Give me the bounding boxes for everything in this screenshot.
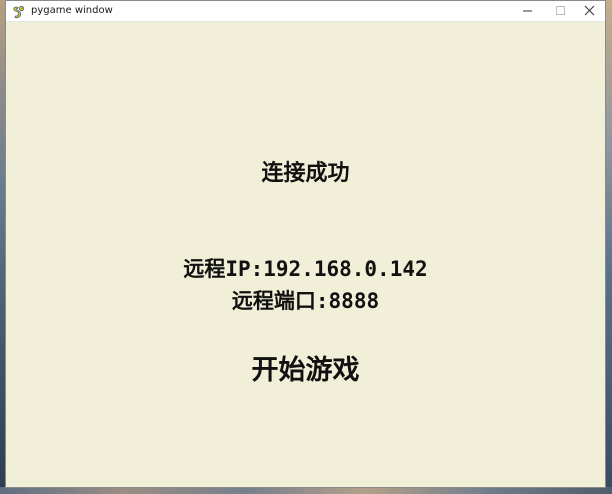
desktop-wallpaper-edge-bottom bbox=[0, 487, 612, 494]
start-game-button[interactable]: 开始游戏 bbox=[6, 357, 605, 384]
maximize-icon bbox=[556, 6, 565, 15]
minimize-button[interactable] bbox=[511, 1, 543, 21]
game-surface[interactable]: 连接成功 远程IP:192.168.0.142 远程端口:8888 开始游戏 bbox=[6, 22, 605, 487]
connection-status-text: 连接成功 bbox=[261, 161, 350, 186]
window-title: pygame window bbox=[31, 5, 113, 16]
pygame-window: pygame window 连接成功 远程IP:192.168.0.142 远程… bbox=[5, 0, 606, 488]
window-titlebar[interactable]: pygame window bbox=[6, 1, 605, 22]
desktop-wallpaper-edge-right bbox=[606, 0, 612, 494]
close-button[interactable] bbox=[574, 1, 606, 21]
remote-ip-text: 远程IP:192.168.0.142 bbox=[183, 257, 428, 281]
maximize-button[interactable] bbox=[544, 1, 576, 21]
minimize-icon bbox=[523, 10, 532, 12]
close-icon bbox=[584, 5, 595, 16]
pygame-snake-icon bbox=[12, 4, 26, 19]
remote-port-text: 远程端口:8888 bbox=[231, 289, 380, 313]
